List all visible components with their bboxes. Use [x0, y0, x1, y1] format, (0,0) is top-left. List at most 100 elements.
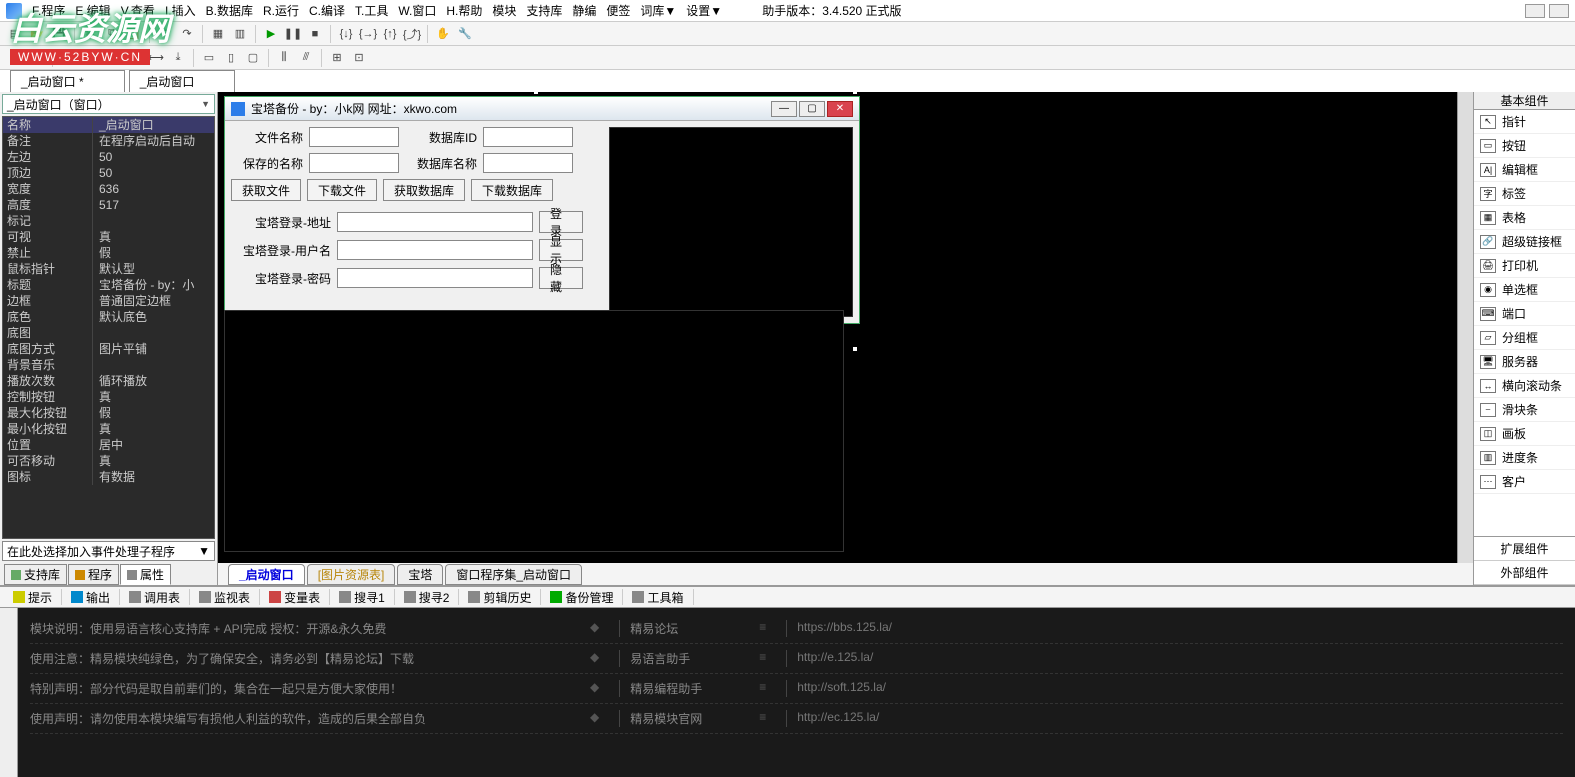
- property-row[interactable]: 可视真: [3, 229, 214, 245]
- align-icon[interactable]: ⤓: [169, 49, 187, 67]
- redo-icon[interactable]: ↷: [178, 25, 196, 43]
- palette-item[interactable]: 🔗超级链接框: [1474, 230, 1575, 254]
- hide-button[interactable]: 隐藏: [539, 267, 583, 289]
- size-icon[interactable]: ▭: [200, 49, 218, 67]
- output-panel[interactable]: 模块说明：使用易语言核心支持库 + API完成 授权：开源&永久免费◆精易论坛≡…: [18, 608, 1575, 777]
- maximize-button[interactable]: ▢: [799, 101, 825, 117]
- palette-item[interactable]: ⋯客户: [1474, 470, 1575, 494]
- menu-item[interactable]: E.编辑: [75, 4, 110, 18]
- left-tab[interactable]: 属性: [120, 564, 171, 585]
- menu-item[interactable]: B.数据库: [206, 4, 253, 18]
- property-row[interactable]: 名称_启动窗口: [3, 117, 214, 133]
- object-selector[interactable]: _启动窗口（窗口）▼: [2, 94, 215, 114]
- property-row[interactable]: 备注在程序启动后自动: [3, 133, 214, 149]
- center-icon[interactable]: ⊞: [328, 49, 346, 67]
- menu-item[interactable]: 模块: [492, 4, 516, 18]
- event-selector[interactable]: 在此处选择加入事件处理子程序▼: [2, 541, 215, 561]
- property-row[interactable]: 底色默认底色: [3, 309, 214, 325]
- property-row[interactable]: 顶边50: [3, 165, 214, 181]
- property-row[interactable]: 最小化按钮真: [3, 421, 214, 437]
- show-button[interactable]: 显示: [539, 239, 583, 261]
- editor-tab[interactable]: [图片资源表]: [307, 564, 396, 585]
- palette-item[interactable]: ▦表格: [1474, 206, 1575, 230]
- open-icon[interactable]: 📂: [28, 25, 46, 43]
- menu-item[interactable]: F.程序: [32, 4, 65, 18]
- minimize-button[interactable]: —: [771, 101, 797, 117]
- input-addr[interactable]: [337, 212, 533, 232]
- paste-icon[interactable]: 📋: [125, 25, 143, 43]
- editor-tab[interactable]: 窗口程序集_启动窗口: [445, 564, 582, 585]
- property-row[interactable]: 背景音乐: [3, 357, 214, 373]
- property-row[interactable]: 禁止假: [3, 245, 214, 261]
- restore-button[interactable]: [1549, 4, 1569, 18]
- pause-icon[interactable]: ❚❚: [284, 25, 302, 43]
- property-row[interactable]: 最大化按钮假: [3, 405, 214, 421]
- palette-item[interactable]: ▥进度条: [1474, 446, 1575, 470]
- align-icon[interactable]: ⇥: [103, 49, 121, 67]
- build-icon[interactable]: 🔧: [456, 25, 474, 43]
- vertical-scrollbar[interactable]: [1457, 92, 1473, 563]
- palette-item[interactable]: ⌨端口: [1474, 302, 1575, 326]
- download-file-button[interactable]: 下载文件: [307, 179, 377, 201]
- size-icon[interactable]: ▯: [222, 49, 240, 67]
- property-row[interactable]: 高度517: [3, 197, 214, 213]
- space-icon[interactable]: ⫼: [275, 49, 293, 67]
- palette-item[interactable]: ↖指针: [1474, 110, 1575, 134]
- output-tab[interactable]: 工具箱: [625, 587, 690, 608]
- property-grid[interactable]: 名称_启动窗口备注在程序启动后自动左边50顶边50宽度636高度517标记可视真…: [2, 116, 215, 539]
- step-icon[interactable]: {→}: [359, 25, 377, 43]
- get-db-button[interactable]: 获取数据库: [383, 179, 465, 201]
- cut-icon[interactable]: ✂: [81, 25, 99, 43]
- download-db-button[interactable]: 下载数据库: [471, 179, 553, 201]
- property-row[interactable]: 鼠标指针默认型: [3, 261, 214, 277]
- save-icon[interactable]: 💾: [50, 25, 68, 43]
- form-titlebar[interactable]: 宝塔备份 - by：小k网 网址：xkwo.com — ▢ ✕: [225, 97, 859, 121]
- input-save-name[interactable]: [309, 153, 399, 173]
- close-button[interactable]: ✕: [827, 101, 853, 117]
- layout-icon[interactable]: ▤: [28, 49, 46, 67]
- output-tab[interactable]: 输出: [64, 587, 117, 608]
- output-tab[interactable]: 剪辑历史: [461, 587, 538, 608]
- property-row[interactable]: 左边50: [3, 149, 214, 165]
- input-file-name[interactable]: [309, 127, 399, 147]
- step-icon[interactable]: {↑}: [381, 25, 399, 43]
- layout-icon[interactable]: ▦: [6, 49, 24, 67]
- minimize-button[interactable]: [1525, 4, 1545, 18]
- menu-item[interactable]: H.帮助: [446, 4, 482, 18]
- menu-item[interactable]: 设置▼: [686, 4, 722, 18]
- editor-tab[interactable]: _启动窗口: [228, 564, 305, 585]
- input-db-id[interactable]: [483, 127, 573, 147]
- output-tab[interactable]: 监视表: [192, 587, 257, 608]
- menu-item[interactable]: R.运行: [263, 4, 299, 18]
- menu-item[interactable]: 便签: [606, 4, 630, 18]
- step-icon[interactable]: {↓}: [337, 25, 355, 43]
- step-icon[interactable]: {⤴}: [403, 25, 421, 43]
- form-window[interactable]: 宝塔备份 - by：小k网 网址：xkwo.com — ▢ ✕ 文件名称: [224, 96, 860, 324]
- palette-item[interactable]: ▭按钮: [1474, 134, 1575, 158]
- palette-item[interactable]: ↔横向滚动条: [1474, 374, 1575, 398]
- menu-item[interactable]: 词库▼: [640, 4, 676, 18]
- space-icon[interactable]: ⫻: [297, 49, 315, 67]
- copy-icon[interactable]: ⧉: [103, 25, 121, 43]
- menu-item[interactable]: I.插入: [165, 4, 196, 18]
- palette-item[interactable]: 字标签: [1474, 182, 1575, 206]
- property-row[interactable]: 图标有数据: [3, 469, 214, 485]
- doc-tab[interactable]: _启动窗口 *: [10, 70, 125, 92]
- property-row[interactable]: 底图方式图片平铺: [3, 341, 214, 357]
- property-row[interactable]: 标题宝塔备份 - by：小: [3, 277, 214, 293]
- left-tab[interactable]: 支持库: [4, 564, 67, 585]
- palette-item[interactable]: A|编辑框: [1474, 158, 1575, 182]
- property-row[interactable]: 控制按钮真: [3, 389, 214, 405]
- align-icon[interactable]: ⟷: [81, 49, 99, 67]
- output-tab[interactable]: 变量表: [262, 587, 327, 608]
- menu-item[interactable]: 静编: [572, 4, 596, 18]
- property-row[interactable]: 底图: [3, 325, 214, 341]
- output-tab[interactable]: 备份管理: [543, 587, 620, 608]
- output-tab[interactable]: 提示: [6, 587, 59, 608]
- new-icon[interactable]: ▤: [6, 25, 24, 43]
- palette-tab-extended[interactable]: 扩展组件: [1474, 537, 1575, 561]
- hand-icon[interactable]: ✋: [434, 25, 452, 43]
- property-row[interactable]: 播放次数循环播放: [3, 373, 214, 389]
- property-row[interactable]: 可否移动真: [3, 453, 214, 469]
- palette-item[interactable]: ▱分组框: [1474, 326, 1575, 350]
